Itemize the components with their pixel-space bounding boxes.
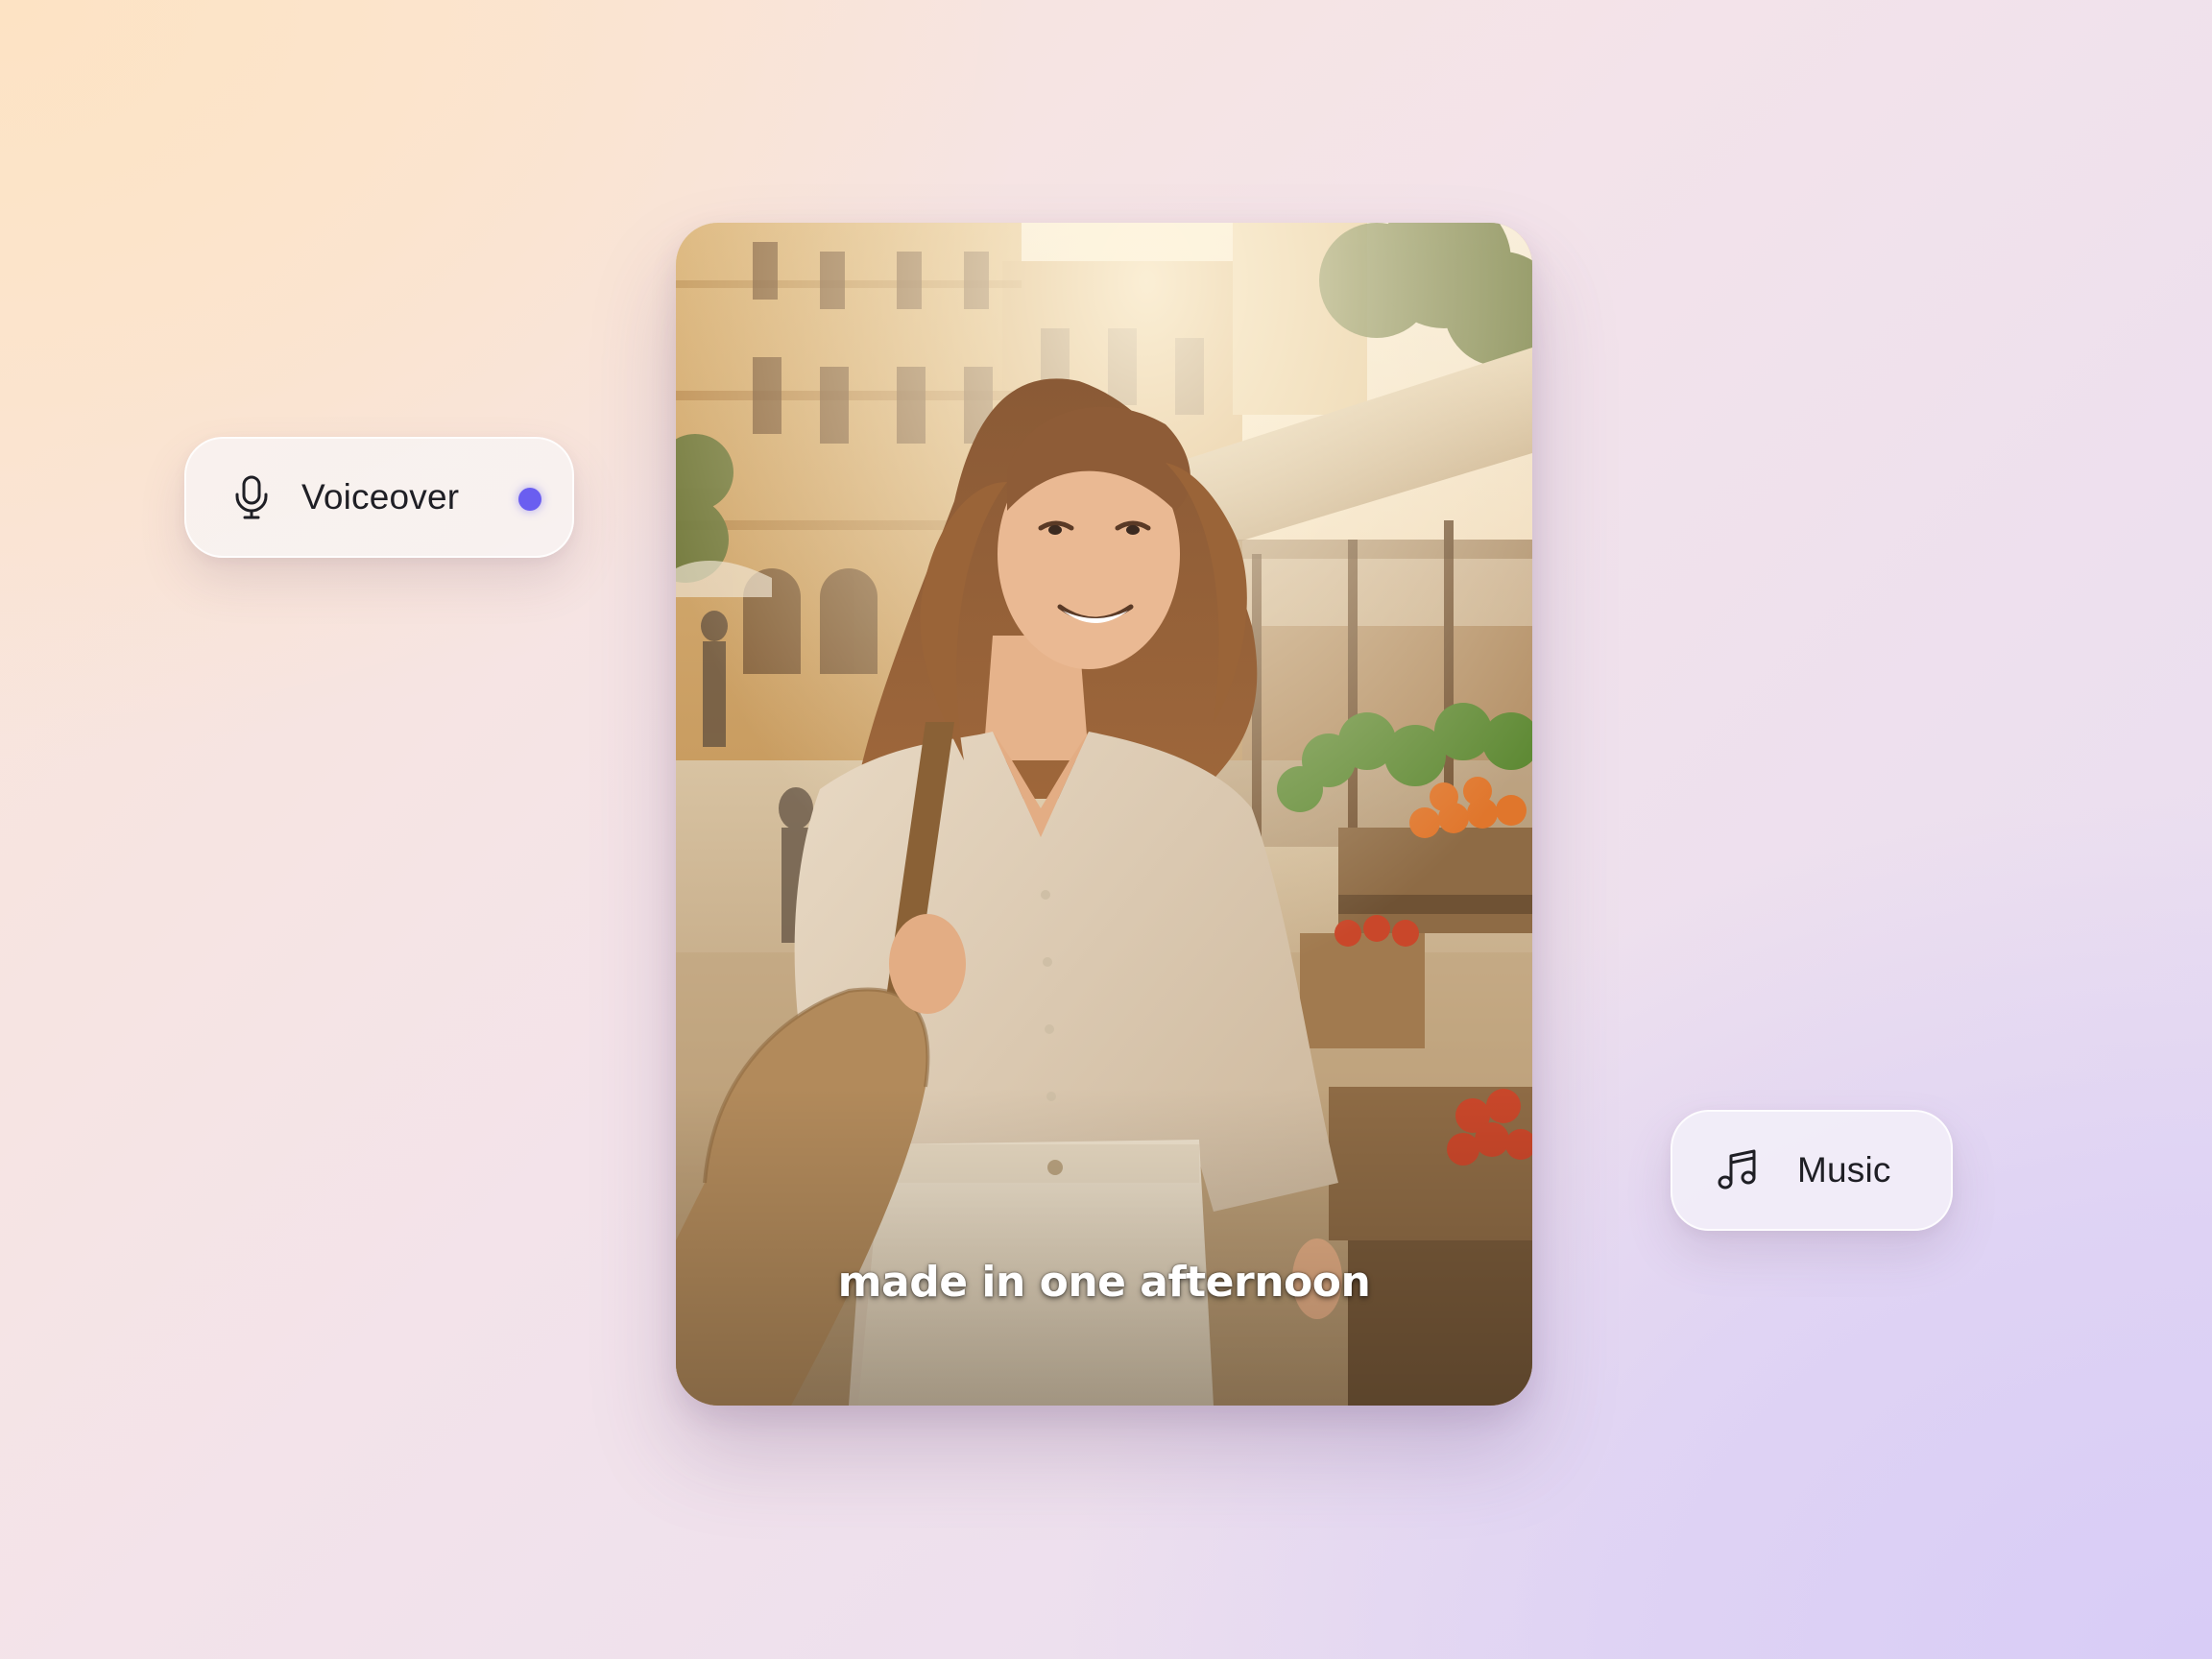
video-caption: made in one afternoon (837, 1258, 1371, 1307)
video-preview[interactable]: made in one afternoon (676, 223, 1532, 1406)
music-chip[interactable]: Music (1671, 1110, 1953, 1231)
video-frame-image (676, 223, 1532, 1406)
music-note-icon (1715, 1147, 1761, 1193)
microphone-icon (228, 474, 275, 520)
voiceover-chip[interactable]: Voiceover (184, 437, 574, 558)
music-label: Music (1797, 1150, 1891, 1190)
voiceover-label: Voiceover (301, 477, 460, 517)
recording-dot (518, 488, 541, 511)
